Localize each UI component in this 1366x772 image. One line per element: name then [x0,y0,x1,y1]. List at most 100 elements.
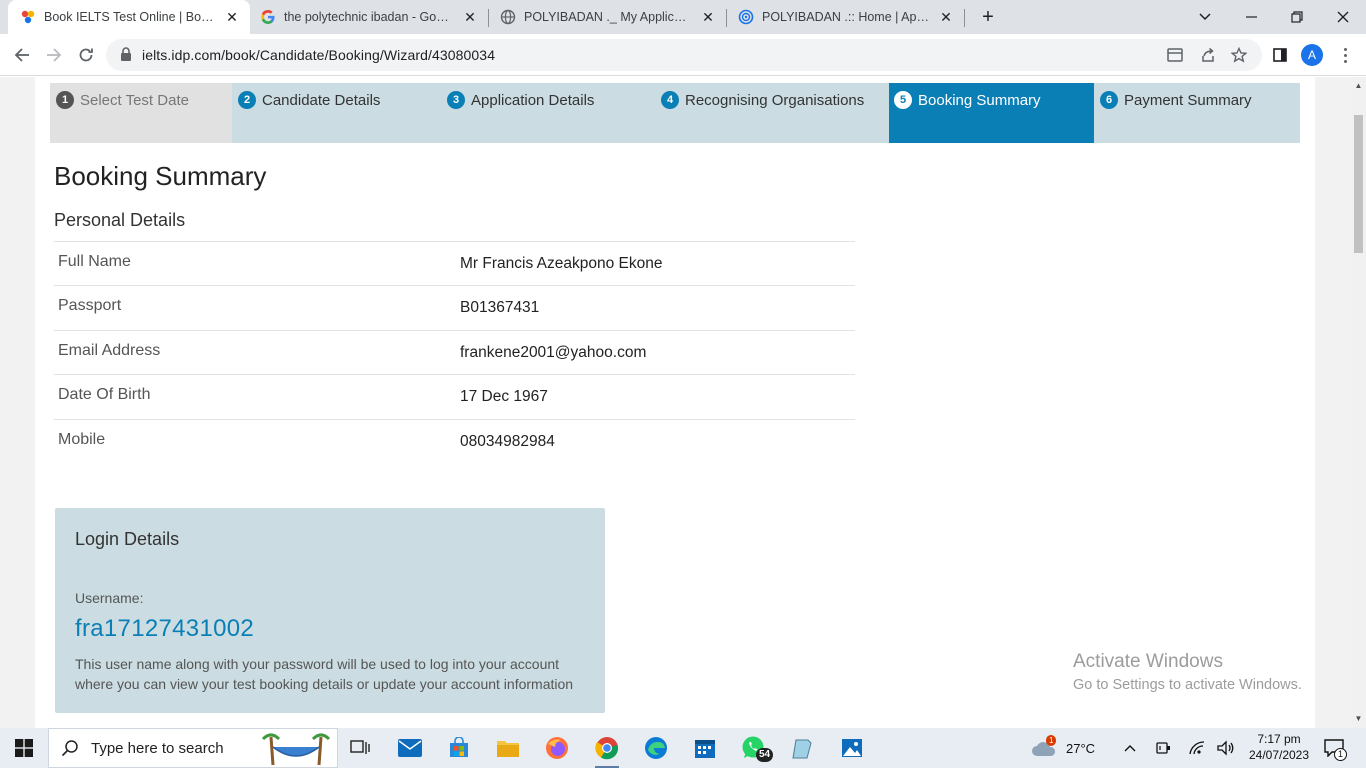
username-value: fra17127431002 [75,615,255,642]
reload-button[interactable] [72,41,100,69]
scroll-down-arrow-icon[interactable]: ▼ [1354,714,1363,724]
browser-menu-icon[interactable] [1336,44,1354,66]
tab-google-search[interactable]: the polytechnic ibadan - Google ✕ [248,0,488,34]
meet-now-icon[interactable] [1155,728,1171,768]
step-number: 5 [894,91,912,109]
tab-title: the polytechnic ibadan - Google [284,10,454,24]
profile-avatar[interactable]: A [1301,44,1323,66]
activate-windows-watermark: Activate Windows Go to Settings to activ… [1073,651,1302,693]
login-details-heading: Login Details [75,529,180,549]
side-panel-icon[interactable] [1266,41,1294,69]
system-clock[interactable]: 7:17 pm 24/07/2023 [1248,731,1310,763]
detail-label: Date Of Birth [58,386,151,404]
close-tab-icon[interactable]: ✕ [700,9,716,25]
idp-favicon-icon [20,9,36,25]
close-tab-icon[interactable]: ✕ [224,9,240,25]
personal-details-heading: Personal Details [54,210,186,230]
network-icon[interactable] [1188,728,1206,768]
scroll-up-arrow-icon[interactable]: ▲ [1354,81,1363,91]
detail-value: B01367431 [460,299,540,317]
show-hidden-icons-chevron-icon[interactable] [1124,728,1136,768]
volume-icon[interactable] [1217,728,1235,768]
minimize-button[interactable] [1228,0,1274,34]
photos-icon[interactable] [832,732,872,764]
reader-mode-icon[interactable] [1166,46,1184,64]
detail-row-email: Email Address frankene2001@yahoo.com [54,329,855,374]
search-icon [61,739,79,757]
calendar-icon[interactable] [685,732,725,764]
wizard-step-candidate-details[interactable]: 2 Candidate Details [232,83,441,143]
address-bar[interactable]: ielts.idp.com/book/Candidate/Booking/Wiz… [106,39,1262,71]
microsoft-store-icon[interactable] [439,732,479,764]
taskbar-search-box[interactable]: Type here to search [48,728,338,768]
detail-row-date-of-birth: Date Of Birth 17 Dec 1967 [54,374,855,418]
detail-label: Full Name [58,253,131,270]
notification-center-icon[interactable]: 1 [1324,728,1348,768]
booking-wizard-steps: 1 Select Test Date 2 Candidate Details 3… [50,83,1300,143]
bookmark-star-icon[interactable] [1230,46,1248,64]
tab-title: Book IELTS Test Online | Booking [44,10,216,24]
detail-label: Email Address [58,341,161,359]
tab-polyibadan-application[interactable]: POLYIBADAN ._ My Application ✕ [488,0,726,34]
chrome-icon[interactable] [587,732,627,768]
step-label: Select Test Date [80,92,189,109]
wizard-step-select-test-date[interactable]: 1 Select Test Date [50,83,232,143]
detail-row-mobile: Mobile 08034982984 [54,418,855,463]
search-highlight-hammock-icon [259,731,335,767]
step-label: Payment Summary [1124,92,1252,109]
detail-label: Mobile [58,430,106,448]
start-button[interactable] [0,728,48,768]
clock-date: 24/07/2023 [1248,748,1310,762]
tab-ielts-booking[interactable]: Book IELTS Test Online | Booking ✕ [8,0,250,34]
detail-value: 08034982984 [460,432,555,450]
close-tab-icon[interactable]: ✕ [462,9,478,25]
restore-button[interactable] [1274,0,1320,34]
tab-title: POLYIBADAN ._ My Application [524,10,692,24]
notification-count-badge: 1 [1334,748,1348,761]
back-button[interactable] [8,41,36,69]
wizard-step-application-details[interactable]: 3 Application Details [441,83,655,143]
whatsapp-unread-badge: 54 [756,748,774,762]
step-label: Recognising Organisations [685,92,865,109]
detail-value: frankene2001@yahoo.com [460,343,647,361]
polyibadan-favicon-icon [738,9,754,25]
weather-widget[interactable]: 1 27°C [1030,728,1095,768]
wizard-step-booking-summary[interactable]: 5 Booking Summary [889,83,1094,143]
new-tab-button[interactable]: + [976,5,1000,29]
detail-value: Mr Francis Azeakpono Ekone [460,255,663,272]
browser-tabstrip: Book IELTS Test Online | Booking ✕ the p… [0,0,1366,34]
url-text[interactable]: ielts.idp.com/book/Candidate/Booking/Wiz… [142,47,495,63]
tab-title: POLYIBADAN .:: Home | Applicati [762,10,930,24]
browser-toolbar: ielts.idp.com/book/Candidate/Booking/Wiz… [0,34,1366,76]
tab-separator [964,9,965,27]
watermark-title: Activate Windows [1073,651,1223,672]
username-label: Username: [75,590,144,606]
globe-icon [500,9,516,25]
mail-icon[interactable] [390,732,430,764]
forward-button[interactable] [40,41,68,69]
tab-polyibadan-home[interactable]: POLYIBADAN .:: Home | Applicati ✕ [726,0,964,34]
notepad-icon[interactable] [783,732,823,764]
file-explorer-icon[interactable] [488,732,528,764]
page-scrollbar[interactable]: ▲ ▼ [1351,77,1366,728]
whatsapp-icon[interactable]: 54 [734,732,774,764]
scrollbar-thumb[interactable] [1354,115,1363,253]
page-viewport: 1 Select Test Date 2 Candidate Details 3… [0,77,1351,728]
page-title: Booking Summary [54,161,267,191]
search-placeholder: Type here to search [91,739,224,757]
wizard-step-recognising-organisations[interactable]: 4 Recognising Organisations [655,83,889,143]
task-view-icon[interactable] [340,732,380,764]
share-icon[interactable] [1199,46,1217,64]
step-number: 3 [447,91,465,109]
lock-icon[interactable] [120,47,132,67]
firefox-icon[interactable] [537,732,577,764]
edge-icon[interactable] [636,732,676,764]
close-window-button[interactable] [1320,0,1366,34]
wizard-step-payment-summary[interactable]: 6 Payment Summary [1094,83,1300,143]
close-tab-icon[interactable]: ✕ [938,9,954,25]
tab-search-chevron-icon[interactable] [1182,0,1228,34]
step-number: 6 [1100,91,1118,109]
google-favicon-icon [260,9,276,25]
detail-label: Passport [58,297,122,315]
windows-taskbar: Type here to search 54 1 27°C 7:17 pm 24… [0,728,1366,768]
